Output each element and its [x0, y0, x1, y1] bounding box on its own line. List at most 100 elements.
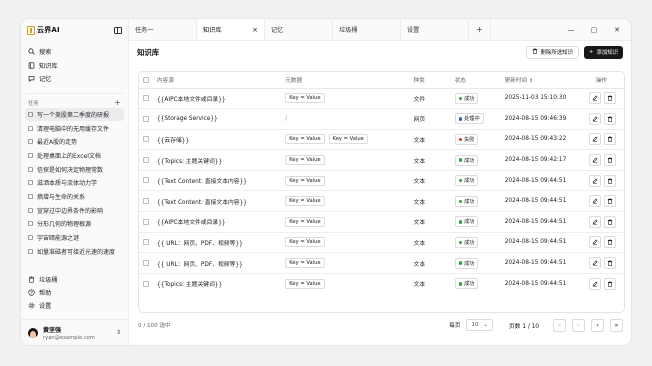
tab-memory[interactable]: 记忆: [265, 19, 333, 40]
edit-icon[interactable]: [589, 215, 602, 228]
task-item[interactable]: 信探是如何决定物理常数: [25, 162, 124, 176]
last-page-button[interactable]: »: [610, 318, 623, 332]
trash-icon[interactable]: [604, 112, 617, 125]
task-item[interactable]: 滋洒本质与流体动力学: [25, 176, 124, 190]
row-checkbox[interactable]: [143, 218, 149, 225]
status-dot: [458, 96, 463, 101]
table-row[interactable]: {{ URL：网页、PDF、视频等}} Key = Value 文本 成功 20…: [139, 232, 624, 254]
edit-icon[interactable]: [589, 257, 602, 270]
select-all-checkbox[interactable]: [143, 76, 149, 83]
delete-selected-button[interactable]: 删除所选知识: [525, 45, 579, 59]
status-label: 成功: [464, 219, 475, 226]
maximize-icon[interactable]: ▢: [590, 26, 598, 34]
trash-icon[interactable]: [604, 195, 617, 208]
trash-icon[interactable]: [604, 215, 617, 228]
tab-trash[interactable]: 垃圾桶: [333, 19, 401, 40]
edit-icon[interactable]: [589, 277, 602, 290]
trash-icon[interactable]: [604, 92, 617, 105]
sidebar-nav: 搜索 知识库 记忆: [21, 41, 128, 86]
table-row[interactable]: {{Topics: 主题关键词}} Key = Value 文本 成功 2024…: [139, 149, 624, 171]
add-knowledge-button[interactable]: + 添加知识: [583, 45, 623, 59]
table-row[interactable]: {{Text Content: 直接文本内容}} Key = Value 文本 …: [139, 170, 624, 192]
edit-icon[interactable]: [589, 112, 602, 125]
row-checkbox[interactable]: [143, 156, 149, 163]
sort-icon[interactable]: ⇕: [529, 78, 533, 84]
trash-icon[interactable]: [604, 174, 617, 187]
row-checkbox[interactable]: [143, 177, 149, 184]
status-dot: [458, 178, 463, 183]
table-row[interactable]: {{AIPC本地文件或目录}} Key = Value 文本 成功 2024-0…: [139, 211, 624, 233]
row-checkbox[interactable]: [143, 280, 149, 287]
trash-icon[interactable]: [604, 133, 617, 146]
sidebar-item-trash[interactable]: 垃圾桶: [25, 273, 124, 286]
tab-knowledge[interactable]: 知识库 ×: [197, 19, 265, 40]
task-item[interactable]: 最近A股的走势: [25, 135, 124, 149]
edit-icon[interactable]: [589, 92, 602, 105]
row-checkbox[interactable]: [143, 239, 149, 246]
trash-icon[interactable]: [604, 257, 617, 270]
per-page-label: 每页: [449, 323, 461, 329]
per-page-select[interactable]: 10 ⌄: [466, 319, 493, 331]
add-task-icon[interactable]: +: [114, 98, 121, 107]
table-row[interactable]: {{Text Content: 直接文本内容}} Key = Value 文本 …: [139, 190, 624, 213]
row-checkbox[interactable]: [143, 136, 149, 143]
chevron-updown-icon[interactable]: ⇕: [116, 329, 121, 336]
prev-page-button[interactable]: ‹: [572, 318, 585, 332]
cell-ops: [578, 232, 624, 254]
edit-icon[interactable]: [589, 133, 602, 146]
table-row[interactable]: {{ URL：网页、PDF、视频等}} Key = Value 文本 成功 20…: [139, 252, 624, 274]
sidebar-divider: [25, 92, 124, 94]
trash-icon[interactable]: [604, 277, 617, 290]
user-profile[interactable]: 黄坚强 ryan@example.com ⇕: [21, 319, 128, 345]
sidebar-item-memory[interactable]: 记忆: [25, 72, 124, 86]
task-item[interactable]: 宇宙暗能源之谜: [25, 231, 124, 245]
task-item[interactable]: 写一个美股第二季度的研报: [25, 107, 124, 122]
cell-meta: Key = Value: [281, 252, 410, 274]
sidebar-item-help[interactable]: 帮助: [25, 286, 124, 299]
table-footer: 0 / 100 选中 每页 10 ⌄ 页数 1 / 10 « ‹ › »: [138, 317, 623, 333]
trash-icon[interactable]: [604, 236, 617, 249]
sidebar-toggle-icon[interactable]: [114, 26, 122, 34]
search-icon: [28, 48, 35, 55]
table-header-row: 内容源 元数据 种类 状态 更新时间 ⇕ 操作: [139, 72, 624, 89]
row-checkbox[interactable]: [143, 198, 149, 205]
edit-icon[interactable]: [589, 236, 602, 249]
task-item[interactable]: 处理桌面上的Excel文档: [25, 149, 124, 163]
task-item[interactable]: 宣穿过中边界条件的影响: [25, 203, 124, 217]
add-tab-button[interactable]: +: [469, 19, 491, 40]
cell-ops: [578, 129, 624, 151]
table-row[interactable]: {{Topics: 主题关键词}} Key = Value 文本 成功 2024…: [139, 273, 624, 294]
row-checkbox[interactable]: [143, 115, 149, 122]
row-checkbox[interactable]: [143, 95, 149, 102]
column-header-meta: 元数据: [281, 72, 410, 89]
sidebar-item-label: 知识库: [39, 62, 58, 70]
sidebar-item-search[interactable]: 搜索: [25, 45, 124, 59]
minimize-icon[interactable]: —: [567, 26, 575, 34]
task-item[interactable]: 清理电脑中的无用缓存文件: [25, 121, 124, 135]
sidebar-item-settings[interactable]: 设置: [25, 299, 124, 312]
tab-task-1[interactable]: 任务一: [129, 19, 197, 40]
row-checkbox[interactable]: [143, 259, 149, 266]
memory-icon: [28, 75, 35, 83]
next-page-button[interactable]: ›: [591, 318, 604, 332]
tab-settings[interactable]: 设置: [401, 19, 469, 40]
table-row[interactable]: {{AIPC本地文件或目录}} Key = Value 文件 成功 2025-1…: [139, 88, 624, 110]
edit-icon[interactable]: [589, 195, 602, 208]
table-row[interactable]: {{Storage Service}} / 网页 处理中 2024-08-15 …: [139, 108, 624, 130]
status-label: 成功: [464, 239, 475, 246]
column-header-content: 内容源: [153, 72, 282, 89]
close-icon[interactable]: ×: [252, 26, 258, 34]
task-item[interactable]: 如量准磁者可接近光速的速度: [25, 244, 124, 258]
task-item[interactable]: 分形几何的物理根源: [25, 217, 124, 231]
cell-content: {{ URL：网页、PDF、视频等}}: [153, 232, 282, 254]
column-header-updated[interactable]: 更新时间 ⇕: [500, 72, 579, 89]
sidebar-item-knowledge[interactable]: 知识库: [25, 59, 124, 73]
first-page-button[interactable]: «: [553, 318, 566, 332]
per-page-value: 10: [471, 322, 479, 328]
trash-icon[interactable]: [604, 154, 617, 167]
task-item[interactable]: 熵增与生命的关系: [25, 190, 124, 204]
edit-icon[interactable]: [589, 154, 602, 167]
table-row[interactable]: {{云存储}} Key = Value Key = Value 文本 失败 202…: [139, 129, 624, 151]
edit-icon[interactable]: [589, 174, 602, 187]
close-window-icon[interactable]: ✕: [613, 26, 621, 34]
